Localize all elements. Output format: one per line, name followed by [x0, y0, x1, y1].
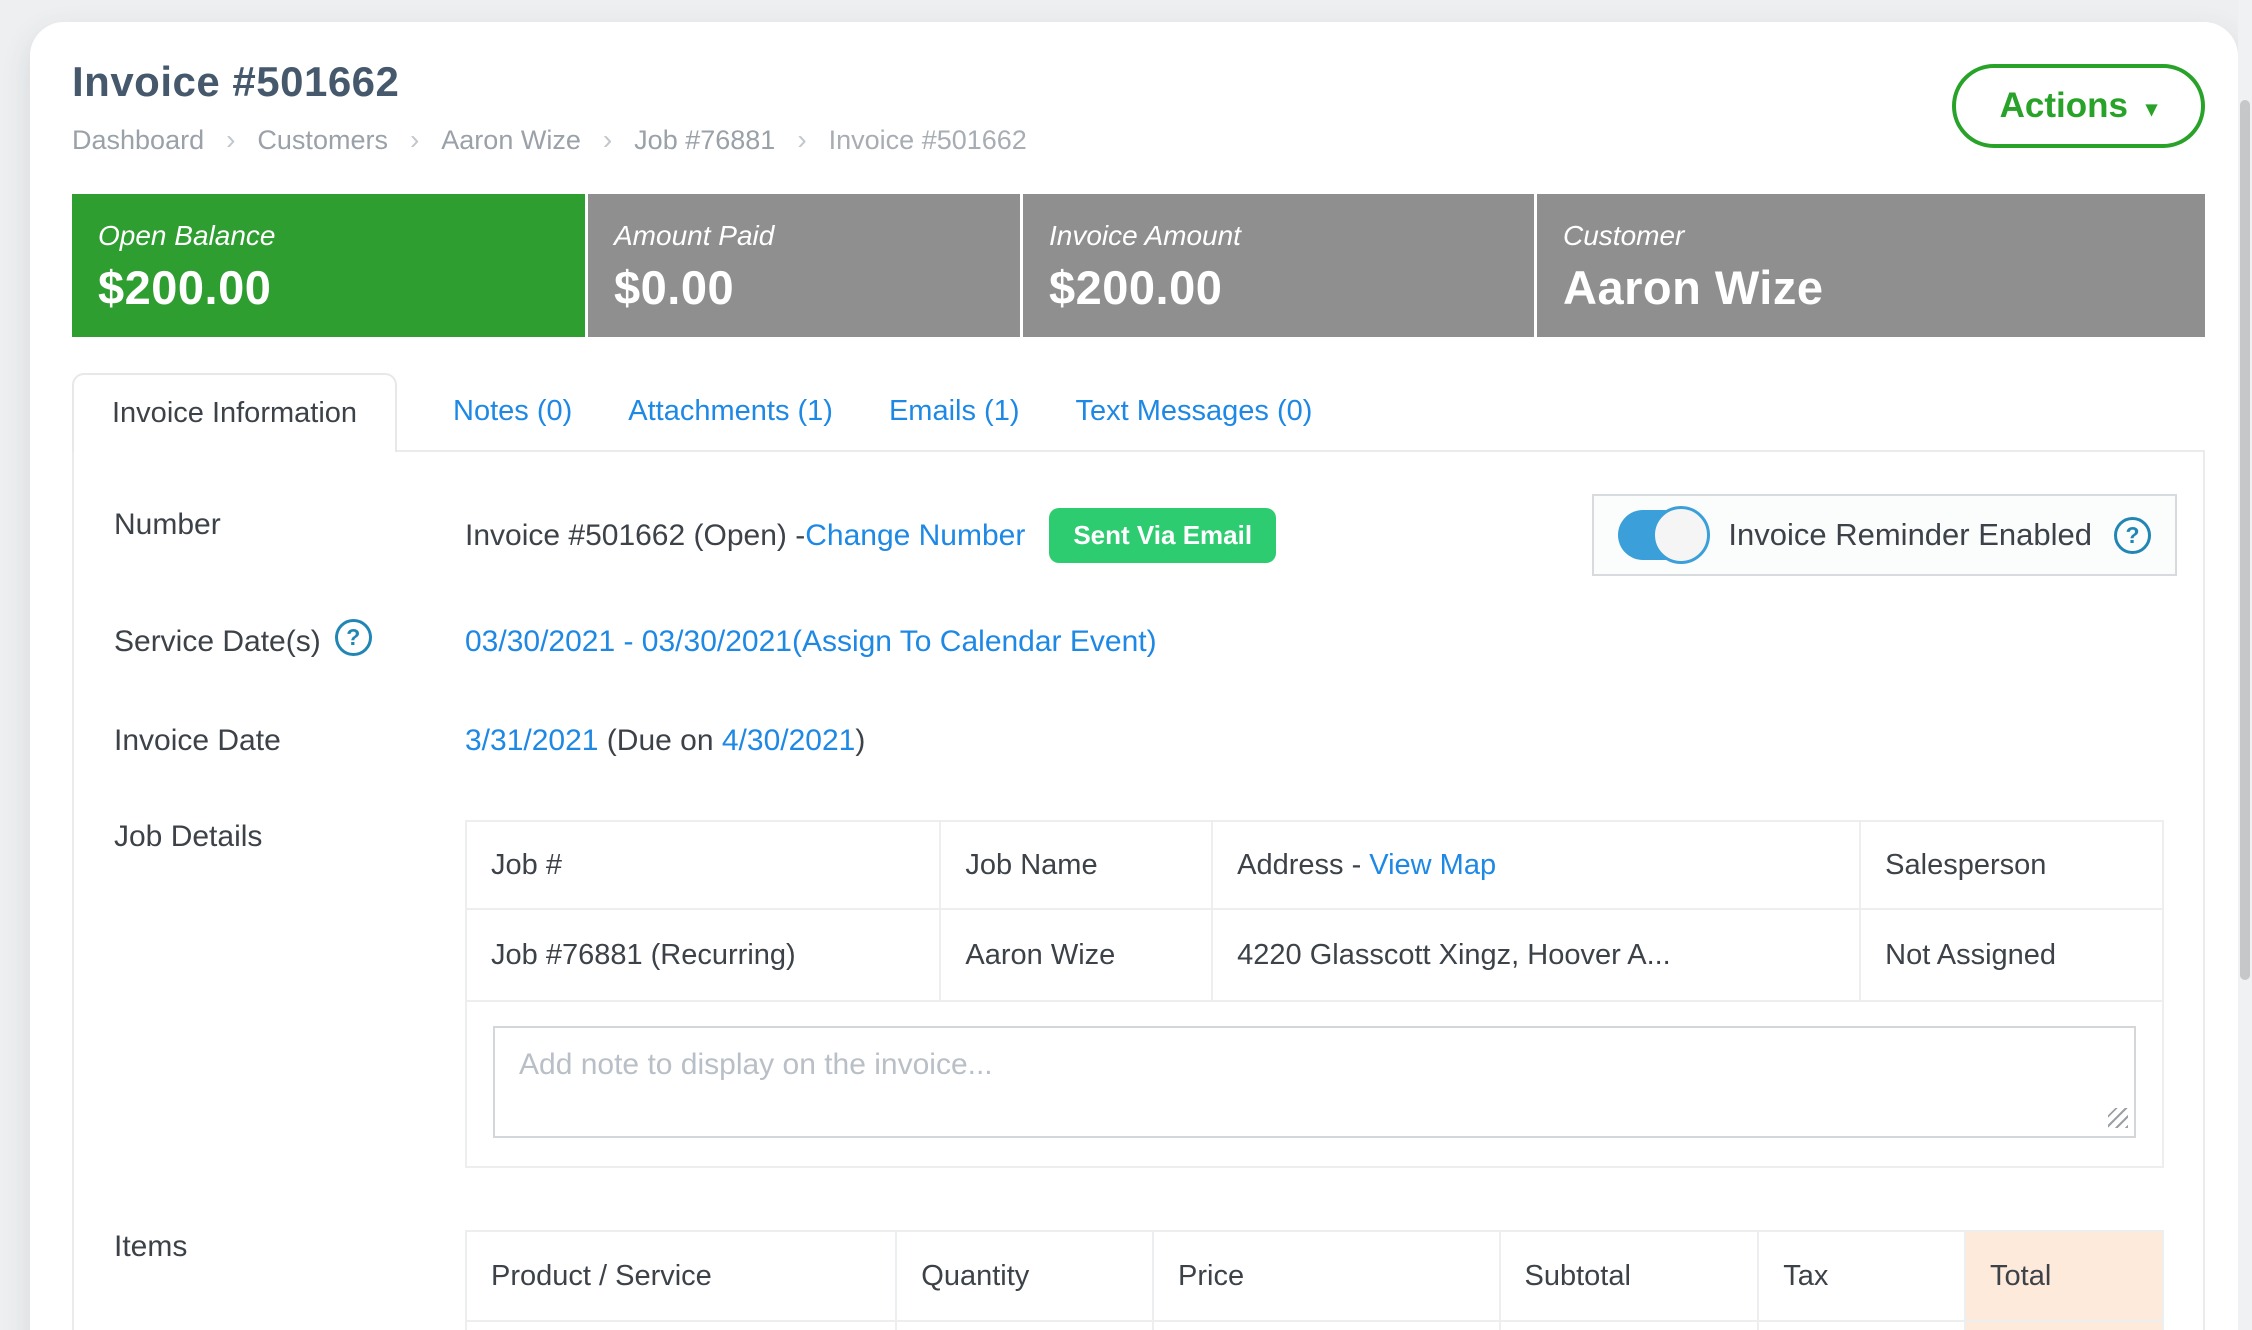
page-title: Invoice #501662: [72, 58, 1027, 106]
number-row: Number Invoice #501662 (Open) - Change N…: [114, 508, 2203, 563]
invoice-amount-card: Invoice Amount $200.00: [1020, 194, 1534, 337]
summary-bar: Open Balance $200.00 Amount Paid $0.00 I…: [72, 194, 2205, 337]
item-total-cell: $200.00: [1965, 1321, 2163, 1330]
invoice-date-row: Invoice Date 3/31/2021 (Due on 4/30/2021…: [114, 724, 2203, 758]
job-details-row: Job Details Job # Job Name Address - Vie…: [114, 820, 2203, 1168]
product-service-header: Product / Service: [466, 1231, 896, 1321]
breadcrumb-customers[interactable]: Customers: [257, 125, 388, 156]
job-details-table: Job # Job Name Address - View Map Salesp…: [465, 820, 2164, 1168]
item-price-cell: $200.00 / Ea: [1153, 1321, 1500, 1330]
assign-calendar-event-link[interactable]: (Assign To Calendar Event): [792, 625, 1157, 659]
tab-text-messages[interactable]: Text Messages (0): [1075, 395, 1312, 428]
salesperson-header: Salesperson: [1860, 821, 2163, 909]
tab-invoice-information[interactable]: Invoice Information: [72, 373, 397, 452]
invoice-note-row: [466, 1001, 2163, 1167]
invoice-note-input[interactable]: [493, 1026, 2136, 1138]
page-scrollbar: [2238, 0, 2252, 1330]
change-number-link[interactable]: Change Number: [805, 519, 1025, 553]
help-icon[interactable]: ?: [2114, 517, 2151, 554]
job-table-header-row: Job # Job Name Address - View Map Salesp…: [466, 821, 2163, 909]
invoice-reminder-toggle[interactable]: [1618, 510, 1706, 560]
actions-button[interactable]: Actions ▾: [1952, 64, 2205, 148]
item-row: Monthy Rate 1.00 $200.00 / Ea $200.00 $0…: [466, 1321, 2163, 1330]
tab-notes[interactable]: Notes (0): [453, 395, 572, 428]
total-header: Total: [1965, 1231, 2163, 1321]
open-balance-card: Open Balance $200.00: [72, 194, 585, 337]
tab-bar: Invoice Information Notes (0) Attachment…: [72, 373, 2205, 450]
invoice-date-label: Invoice Date: [114, 724, 465, 758]
tab-attachments[interactable]: Attachments (1): [628, 395, 833, 428]
view-map-link[interactable]: View Map: [1369, 849, 1496, 881]
number-label: Number: [114, 508, 465, 542]
invoice-card: Invoice #501662 Dashboard › Customers › …: [30, 22, 2238, 1330]
job-number-header: Job #: [466, 821, 940, 909]
due-close-paren: ): [855, 724, 865, 758]
breadcrumb: Dashboard › Customers › Aaron Wize › Job…: [72, 124, 1027, 156]
job-name-header: Job Name: [940, 821, 1212, 909]
item-tax-cell: $0.00: [1758, 1321, 1965, 1330]
invoice-amount-label: Invoice Amount: [1049, 220, 1534, 252]
invoice-number-value: Invoice #501662 (Open) -: [465, 519, 805, 553]
job-name-cell: Aaron Wize: [940, 909, 1212, 1001]
service-dates-link[interactable]: 03/30/2021 - 03/30/2021: [465, 625, 792, 659]
chevron-right-icon: ›: [797, 124, 806, 156]
tab-emails[interactable]: Emails (1): [889, 395, 1020, 428]
items-header-row: Product / Service Quantity Price Subtota…: [466, 1231, 2163, 1321]
job-table-row: Job #76881 (Recurring) Aaron Wize 4220 G…: [466, 909, 2163, 1001]
job-number-cell: Job #76881 (Recurring): [466, 909, 940, 1001]
item-quantity-cell: 1.00: [896, 1321, 1153, 1330]
help-icon[interactable]: ?: [335, 619, 372, 656]
invoice-information-panel: Number Invoice #501662 (Open) - Change N…: [72, 450, 2205, 1330]
chevron-right-icon: ›: [410, 124, 419, 156]
breadcrumb-current-invoice: Invoice #501662: [829, 125, 1027, 156]
customer-card: Customer Aaron Wize: [1534, 194, 2205, 337]
amount-paid-value: $0.00: [614, 260, 1020, 315]
items-row: Items Product / Service Quantity Price S…: [114, 1230, 2203, 1330]
chevron-right-icon: ›: [226, 124, 235, 156]
invoice-amount-value: $200.00: [1049, 260, 1534, 315]
quantity-header: Quantity: [896, 1231, 1153, 1321]
price-header: Price: [1153, 1231, 1500, 1321]
items-table: Product / Service Quantity Price Subtota…: [465, 1230, 2164, 1330]
title-block: Invoice #501662 Dashboard › Customers › …: [72, 58, 1027, 156]
subtotal-header: Subtotal: [1500, 1231, 1759, 1321]
due-date-link[interactable]: 4/30/2021: [722, 724, 855, 758]
chevron-down-icon: ▾: [2146, 90, 2157, 122]
breadcrumb-job[interactable]: Job #76881: [634, 125, 775, 156]
job-details-label: Job Details: [114, 820, 465, 854]
invoice-reminder-label: Invoice Reminder Enabled: [1728, 517, 2092, 553]
invoice-reminder-box: Invoice Reminder Enabled ?: [1592, 494, 2177, 576]
actions-button-label: Actions: [2000, 86, 2128, 126]
job-address-cell: 4220 Glasscott Xingz, Hoover A...: [1212, 909, 1860, 1001]
amount-paid-label: Amount Paid: [614, 220, 1020, 252]
invoice-date-link[interactable]: 3/31/2021: [465, 724, 598, 758]
address-header: Address - View Map: [1212, 821, 1860, 909]
due-on-text: (Due on: [598, 724, 721, 758]
scrollbar-thumb[interactable]: [2240, 100, 2250, 980]
customer-value: Aaron Wize: [1563, 260, 2205, 315]
sent-via-email-badge: Sent Via Email: [1049, 508, 1276, 563]
toggle-knob: [1652, 506, 1710, 564]
customer-label: Customer: [1563, 220, 2205, 252]
page-header: Invoice #501662 Dashboard › Customers › …: [72, 58, 2205, 156]
service-dates-row: Service Date(s) ? 03/30/2021 - 03/30/202…: [114, 625, 2203, 662]
address-header-text: Address -: [1237, 849, 1369, 881]
open-balance-label: Open Balance: [98, 220, 585, 252]
amount-paid-card: Amount Paid $0.00: [585, 194, 1020, 337]
breadcrumb-dashboard[interactable]: Dashboard: [72, 125, 204, 156]
service-dates-label: Service Date(s): [114, 625, 321, 659]
items-label: Items: [114, 1230, 465, 1264]
job-salesperson-cell: Not Assigned: [1860, 909, 2163, 1001]
chevron-right-icon: ›: [603, 124, 612, 156]
breadcrumb-customer-name[interactable]: Aaron Wize: [441, 125, 581, 156]
open-balance-value: $200.00: [98, 260, 585, 315]
tax-header: Tax: [1758, 1231, 1965, 1321]
item-subtotal-cell: $200.00: [1500, 1321, 1759, 1330]
